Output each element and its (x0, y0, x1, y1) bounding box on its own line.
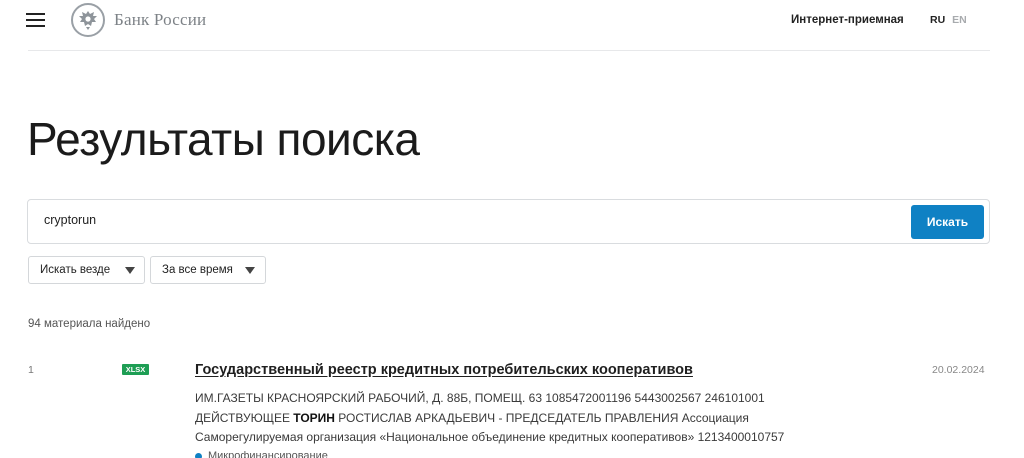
snippet-text: РОСТИСЛАВ АРКАДЬЕВИЧ - ПРЕДСЕДАТЕЛЬ ПРАВ… (334, 410, 749, 425)
time-period-label: За все время (162, 264, 233, 276)
site-header: Банк России Интернет-приемная RU EN (0, 0, 1024, 52)
lang-ru[interactable]: RU (930, 14, 945, 26)
snippet-line: Саморегулируемая организация «Национальн… (195, 430, 785, 444)
snippet-highlight: ТОРИН (293, 410, 335, 425)
search-bar: Искать (27, 199, 990, 244)
lang-en[interactable]: EN (952, 14, 967, 26)
page-title: Результаты поиска (27, 113, 420, 165)
time-period-dropdown[interactable]: За все время (150, 256, 266, 284)
internet-reception-link[interactable]: Интернет-приемная (791, 14, 904, 26)
snippet-line: ИМ.ГАЗЕТЫ КРАСНОЯРСКИЙ РАБОЧИЙ, Д. 88Б, … (195, 391, 765, 405)
search-scope-dropdown[interactable]: Искать везде (28, 256, 145, 284)
result-number: 1 (28, 364, 34, 376)
search-scope-label: Искать везде (40, 264, 111, 276)
snippet-text: ДЕЙСТВУЮЩЕЕ (195, 410, 294, 425)
result-snippet: ИМ.ГАЗЕТЫ КРАСНОЯРСКИЙ РАБОЧИЙ, Д. 88Б, … (195, 389, 955, 448)
result-date: 20.02.2024 (932, 364, 985, 376)
snippet-line: ДЕЙСТВУЮЩЕЕ ТОРИН РОСТИСЛАВ АРКАДЬЕВИЧ -… (195, 409, 955, 429)
chevron-down-icon (245, 267, 255, 274)
bank-logo[interactable]: Банк России (71, 3, 206, 37)
search-input[interactable] (44, 213, 904, 227)
header-divider (28, 50, 990, 51)
menu-icon[interactable] (26, 13, 45, 27)
brand-name: Банк России (114, 10, 207, 29)
search-button[interactable]: Искать (911, 205, 984, 239)
eagle-emblem-icon (71, 3, 105, 37)
results-count: 94 материала найдено (28, 318, 151, 330)
file-type-badge: XLSX (122, 364, 149, 375)
result-category-tag[interactable]: Микрофинансирование (208, 450, 328, 458)
search-result-item: 1 XLSX Государственный реестр кредитных … (0, 356, 1024, 458)
language-switch: RU EN (930, 14, 967, 26)
category-dot-icon (195, 453, 202, 458)
result-title-link[interactable]: Государственный реестр кредитных потреби… (195, 362, 693, 378)
chevron-down-icon (125, 267, 135, 274)
